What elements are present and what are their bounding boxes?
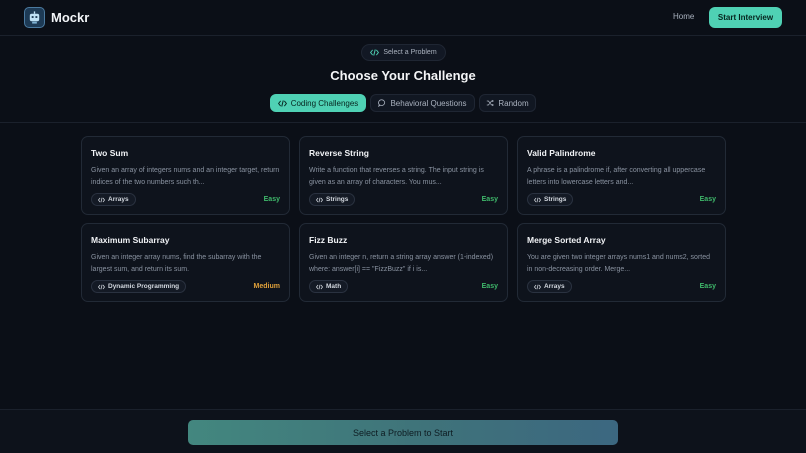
page-title: Choose Your Challenge: [330, 68, 476, 83]
problem-card-fizz-buzz[interactable]: Fizz Buzz Given an integer n, return a s…: [299, 223, 508, 302]
robot-logo-icon: [24, 7, 45, 28]
topic-tag-label: Strings: [544, 196, 567, 203]
code-icon: [98, 197, 105, 202]
topic-tag-label: Arrays: [544, 283, 565, 290]
problem-description: Given an integer n, return a string arra…: [309, 254, 494, 273]
topic-tag: Arrays: [91, 193, 136, 206]
topic-tag: Math: [309, 280, 349, 293]
section-divider: [0, 122, 806, 123]
topic-tag-label: Math: [326, 283, 342, 290]
bottom-action-bar: Select a Problem to Start: [0, 409, 806, 453]
topic-tag-label: Strings: [326, 196, 349, 203]
code-icon: [370, 49, 380, 56]
select-problem-pill-label: Select a Problem: [383, 49, 437, 56]
difficulty-badge: Easy: [699, 196, 716, 203]
topic-tag-label: Arrays: [108, 196, 129, 203]
problem-title: Reverse String: [309, 148, 369, 158]
topic-tag: Arrays: [527, 280, 572, 293]
problem-title: Maximum Subarray: [91, 235, 170, 245]
brand-logo[interactable]: Mockr: [24, 7, 89, 28]
code-icon: [98, 284, 105, 289]
topic-tag: Dynamic Programming: [91, 280, 187, 293]
challenge-tabs: Coding Challenges Behavioral Questions R…: [0, 94, 806, 112]
problem-card-maximum-subarray[interactable]: Maximum Subarray Given an integer array …: [81, 223, 290, 302]
problem-title: Two Sum: [91, 148, 129, 158]
chat-bubble-icon: [378, 99, 386, 107]
tab-label: Behavioral Questions: [390, 98, 467, 108]
difficulty-badge: Easy: [481, 283, 498, 290]
tab-label: Random: [498, 98, 529, 108]
problem-card-valid-palindrome[interactable]: Valid Palindrome A phrase is a palindrom…: [517, 136, 726, 215]
problem-card-reverse-string[interactable]: Reverse String Write a function that rev…: [299, 136, 508, 215]
problem-description: Given an integer array nums, find the su…: [91, 254, 262, 273]
tab-behavioral-questions[interactable]: Behavioral Questions: [370, 94, 475, 112]
problem-description: A phrase is a palindrome if, after conve…: [527, 167, 706, 186]
problem-description: You are given two integer arrays nums1 a…: [527, 254, 711, 273]
difficulty-badge: Easy: [263, 196, 280, 203]
problem-description: Given an array of integers nums and an i…: [91, 167, 280, 186]
top-nav-bar: Mockr Home Start Interview: [0, 0, 806, 36]
select-problem-pill: Select a Problem: [361, 44, 446, 61]
start-interview-button[interactable]: Start Interview: [709, 7, 782, 28]
tab-coding-challenges[interactable]: Coding Challenges: [270, 94, 366, 112]
shuffle-icon: [487, 99, 495, 107]
brand-name: Mockr: [51, 10, 90, 25]
tab-random[interactable]: Random: [479, 94, 536, 112]
code-icon: [534, 284, 541, 289]
difficulty-badge: Easy: [699, 283, 716, 290]
difficulty-badge: Medium: [253, 283, 280, 290]
code-icon: [316, 197, 323, 202]
problem-title: Merge Sorted Array: [527, 235, 606, 245]
tab-label: Coding Challenges: [290, 98, 359, 108]
topic-tag-label: Dynamic Programming: [108, 283, 180, 290]
topic-tag: Strings: [527, 193, 574, 206]
code-icon: [316, 284, 323, 289]
nav-home-link[interactable]: Home: [673, 12, 694, 21]
code-icon: [534, 197, 541, 202]
code-icon: [277, 99, 287, 107]
problem-title: Fizz Buzz: [309, 235, 348, 245]
select-problem-to-start-button[interactable]: Select a Problem to Start: [188, 420, 618, 445]
difficulty-badge: Easy: [481, 196, 498, 203]
topic-tag: Strings: [309, 193, 356, 206]
problem-description: Write a function that reverses a string.…: [309, 167, 484, 186]
problem-title: Valid Palindrome: [527, 148, 596, 158]
problem-card-two-sum[interactable]: Two Sum Given an array of integers nums …: [81, 136, 290, 215]
problem-card-merge-sorted-array[interactable]: Merge Sorted Array You are given two int…: [517, 223, 726, 302]
